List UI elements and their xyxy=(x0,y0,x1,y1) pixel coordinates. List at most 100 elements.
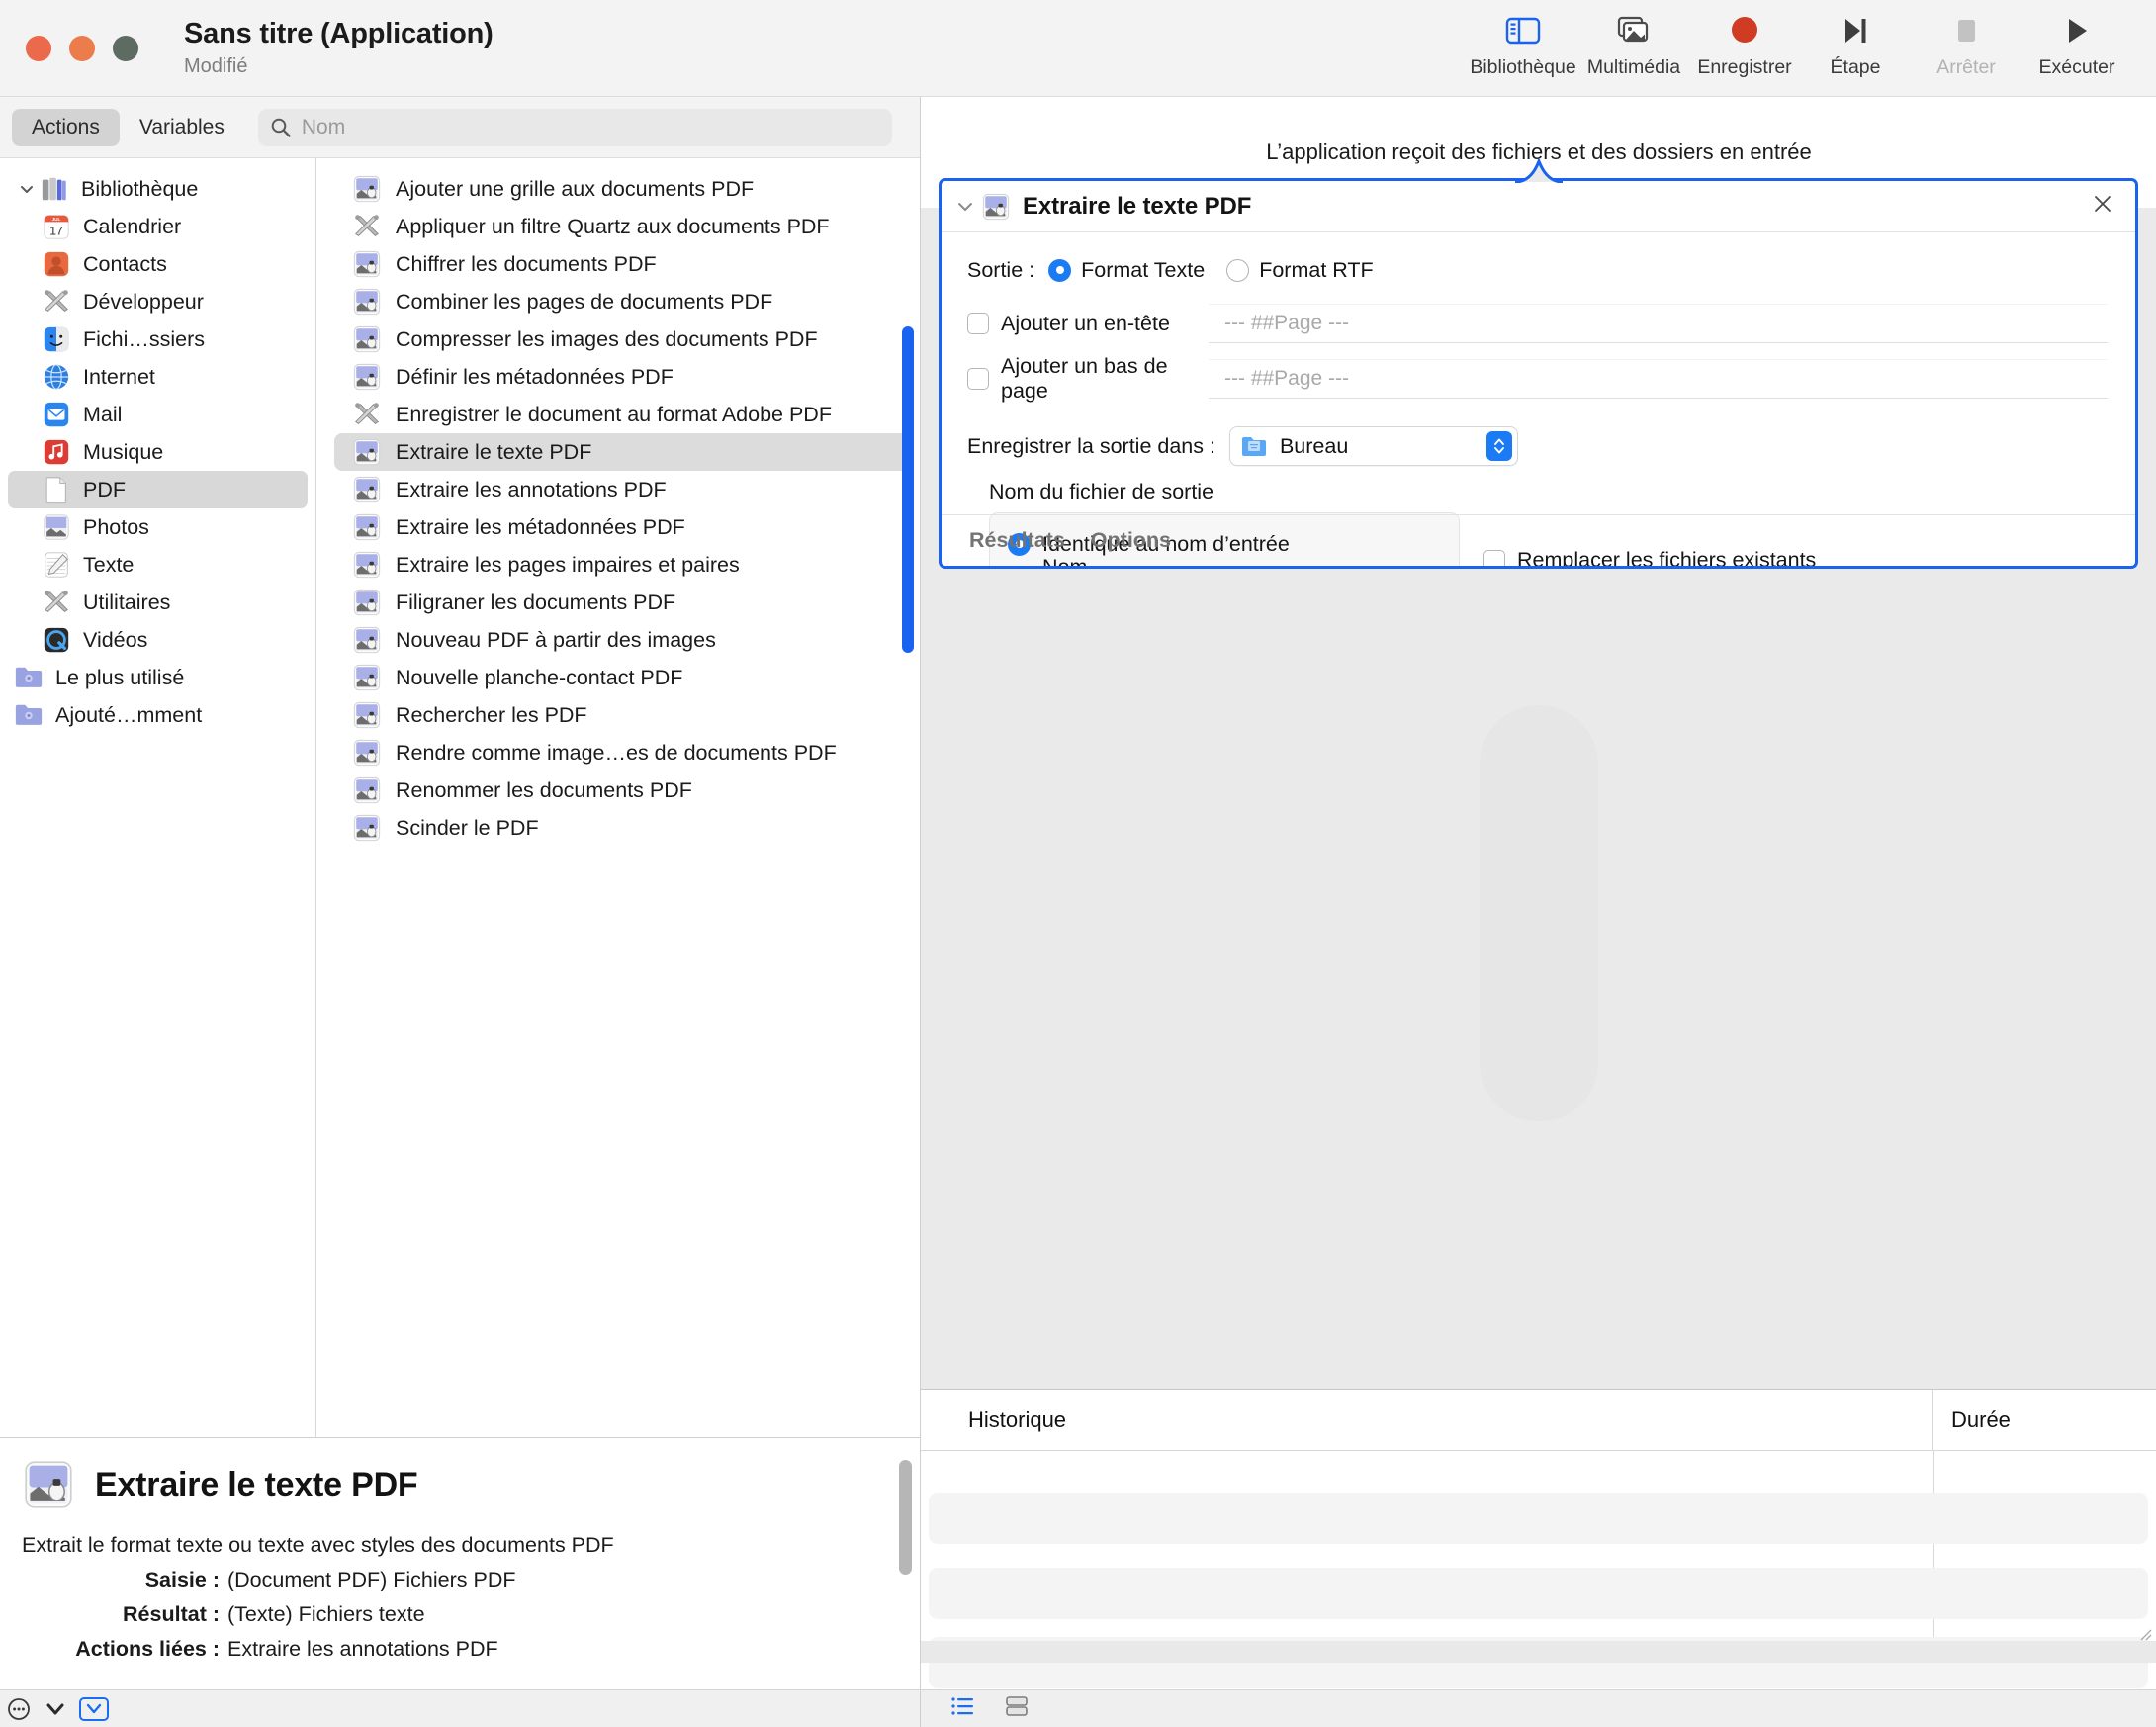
tab-variables[interactable]: Variables xyxy=(120,109,244,146)
library-item-11[interactable]: Utilitaires xyxy=(8,584,308,621)
description-header: Extraire le texte PDF xyxy=(22,1458,890,1511)
radio-custom-name[interactable] xyxy=(1008,569,1031,570)
add-footer-row: Ajouter un bas de page --- ##Page --- xyxy=(967,351,2115,407)
library-item-5[interactable]: Internet xyxy=(8,358,308,396)
action-list-item-10[interactable]: Extraire les pages impaires et paires xyxy=(334,546,908,584)
automator-window: Sans titre (Application) Modifié Bibliot… xyxy=(0,0,2156,1727)
add-header-row: Ajouter un en-tête --- ##Page --- xyxy=(967,296,2115,351)
pdf-action-icon xyxy=(353,814,381,842)
description-scrollbar-thumb[interactable] xyxy=(899,1460,912,1575)
actions-list[interactable]: Ajouter une grille aux documents PDF Appl… xyxy=(316,158,920,1437)
action-list-item-9[interactable]: Extraire les métadonnées PDF xyxy=(334,508,908,546)
toolbar-button-library[interactable]: Bibliothèque xyxy=(1468,2,1578,79)
save-location-row: Enregistrer la sortie dans : Bureau xyxy=(967,420,2115,472)
action-list-item-17[interactable]: Scinder le PDF xyxy=(334,809,908,847)
minimize-window-button[interactable] xyxy=(69,35,95,61)
zoom-window-button[interactable] xyxy=(113,35,138,61)
chevron-down-icon[interactable] xyxy=(14,182,40,196)
library-item-10[interactable]: Texte xyxy=(8,546,308,584)
library-item-6[interactable]: Mail xyxy=(8,396,308,433)
svg-text:17: 17 xyxy=(49,224,63,237)
checkbox-add-footer[interactable] xyxy=(967,368,989,390)
action-list-item-13[interactable]: Nouvelle planche-contact PDF xyxy=(334,659,908,696)
close-window-button[interactable] xyxy=(26,35,51,61)
disclosure-toggle-icon[interactable] xyxy=(79,1696,109,1721)
action-item-label: Compresser les images des documents PDF xyxy=(396,326,818,351)
action-list-item-3[interactable]: Combiner les pages de documents PDF xyxy=(334,283,908,320)
textedit-icon xyxy=(45,552,68,578)
library-item-13[interactable]: Le plus utilisé xyxy=(8,659,308,696)
search-field[interactable]: Nom xyxy=(257,108,892,146)
globe-icon xyxy=(44,364,69,390)
more-options-icon[interactable] xyxy=(6,1696,32,1722)
tools-icon xyxy=(355,215,379,236)
library-item-0[interactable]: Bibliothèque xyxy=(8,170,308,208)
popup-stepper-icon[interactable] xyxy=(1485,431,1512,461)
output-name-label: Nom du fichier de sortie xyxy=(989,480,1214,503)
library-item-14[interactable]: Ajouté…mment xyxy=(8,696,308,734)
action-list-item-1[interactable]: Appliquer un filtre Quartz aux documents… xyxy=(334,208,908,245)
library-item-4[interactable]: Fichi…ssiers xyxy=(8,320,308,358)
tab-actions[interactable]: Actions xyxy=(12,108,120,146)
header-text-input[interactable]: --- ##Page --- xyxy=(1209,304,2108,343)
history-body[interactable] xyxy=(921,1451,2156,1688)
tab-options[interactable]: Options xyxy=(1091,528,1171,553)
library-item-7[interactable]: Musique xyxy=(8,433,308,471)
library-item-12[interactable]: Vidéos xyxy=(8,621,308,659)
checkbox-add-header[interactable] xyxy=(967,313,989,334)
library-item-2[interactable]: Contacts xyxy=(8,245,308,283)
description-fields: Saisie : (Document PDF) Fichiers PDF Résul… xyxy=(22,1568,890,1662)
action-list-item-2[interactable]: Chiffrer les documents PDF xyxy=(334,245,908,283)
toolbar-button-run[interactable]: Exécuter xyxy=(2021,2,2132,79)
library-item-1[interactable]: JUL 17 Calendrier xyxy=(8,208,308,245)
footer-text-input[interactable]: --- ##Page --- xyxy=(1209,359,2108,399)
library-item-label: Fichi…ssiers xyxy=(83,326,206,351)
action-list-item-0[interactable]: Ajouter une grille aux documents PDF xyxy=(334,170,908,208)
toolbar-label: Multimédia xyxy=(1586,56,1681,78)
library-item-9[interactable]: Photos xyxy=(8,508,308,546)
chevron-down-icon[interactable] xyxy=(44,1699,67,1719)
status-bar-right xyxy=(920,1689,2156,1727)
resize-grip-icon[interactable] xyxy=(2138,1627,2152,1641)
action-list-item-8[interactable]: Extraire les annotations PDF xyxy=(334,471,908,508)
pdf-action-icon xyxy=(353,701,381,729)
tab-resultats[interactable]: Résultats xyxy=(969,528,1065,553)
toolbar-button-media[interactable]: Multimédia xyxy=(1578,2,1689,79)
search-icon xyxy=(271,118,291,137)
library-item-3[interactable]: Développeur xyxy=(8,283,308,320)
toolbar-label: Exécuter xyxy=(2038,56,2115,78)
chevron-down-icon[interactable] xyxy=(951,198,979,216)
radio-format-rtf[interactable] xyxy=(1226,258,1250,282)
close-icon[interactable] xyxy=(2086,189,2119,224)
action-list-item-16[interactable]: Renommer les documents PDF xyxy=(334,772,908,809)
window-title: Sans titre (Application) xyxy=(184,18,494,50)
action-list-item-14[interactable]: Rechercher les PDF xyxy=(334,696,908,734)
toolbar-button-record[interactable]: Enregistrer xyxy=(1689,2,1800,79)
toolbar-label: Enregistrer xyxy=(1697,56,1792,78)
action-list-item-12[interactable]: Nouveau PDF à partir des images xyxy=(334,621,908,659)
library-tree[interactable]: Bibliothèque JUL 17 Calendrier Contacts Dével… xyxy=(0,158,316,1437)
description-field-1: Résultat : (Texte) Fichiers texte xyxy=(22,1602,890,1627)
action-list-item-6[interactable]: Enregistrer le document au format Adobe … xyxy=(334,396,908,433)
action-list-item-5[interactable]: Définir les métadonnées PDF xyxy=(334,358,908,396)
split-view-icon[interactable] xyxy=(1004,1694,1030,1723)
action-list-item-4[interactable]: Compresser les images des documents PDF xyxy=(334,320,908,358)
actions-scrollbar[interactable] xyxy=(902,326,914,653)
library-item-8[interactable]: PDF xyxy=(8,471,308,508)
library-item-label: Ajouté…mment xyxy=(55,702,203,727)
list-view-icon[interactable] xyxy=(950,1694,978,1723)
actions-scrollbar-thumb[interactable] xyxy=(902,326,914,653)
library-item-label: Vidéos xyxy=(83,627,148,652)
history-column-name[interactable]: Historique xyxy=(921,1408,1932,1433)
action-list-item-11[interactable]: Filigraner les documents PDF xyxy=(334,584,908,621)
radio-format-rtf-label: Format RTF xyxy=(1259,257,1374,282)
action-list-item-15[interactable]: Rendre comme image…es de documents PDF xyxy=(334,734,908,772)
action-list-item-7[interactable]: Extraire le texte PDF xyxy=(334,433,908,471)
toolbar-button-step[interactable]: Étape xyxy=(1800,2,1911,79)
toolbar-button-stop[interactable]: Arrêter xyxy=(1911,2,2021,79)
workflow-action-card: Extraire le texte PDF Sortie : Format Te… xyxy=(939,178,2138,569)
library-item-label: Calendrier xyxy=(83,214,182,238)
radio-format-texte[interactable] xyxy=(1048,258,1072,282)
history-column-duration[interactable]: Durée xyxy=(1932,1390,2156,1450)
save-location-popup[interactable]: Bureau xyxy=(1228,426,1518,466)
